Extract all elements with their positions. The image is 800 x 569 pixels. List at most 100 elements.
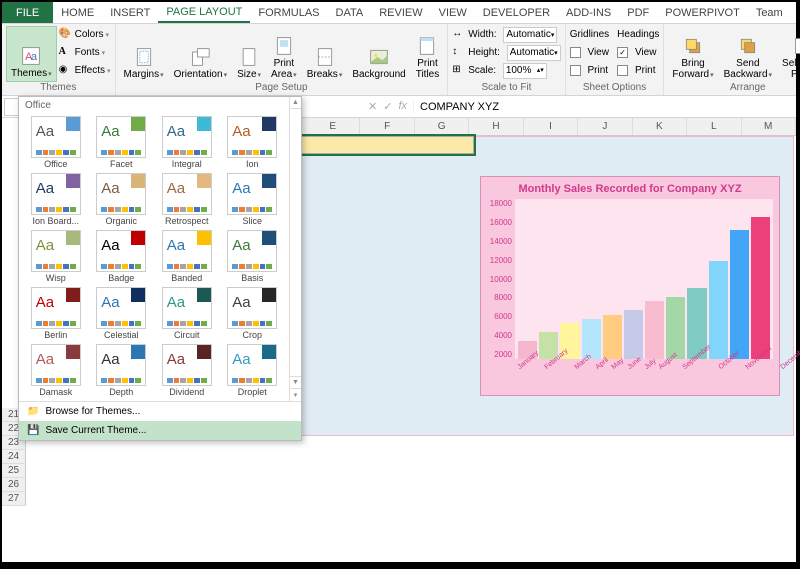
theme-organic[interactable]: AaOrganic [91,173,153,226]
row-header[interactable]: 26 [2,478,26,492]
send-backward-button[interactable]: Send Backward [720,26,776,82]
column-header[interactable]: L [687,118,741,135]
bring-forward-button[interactable]: Bring Forward [668,26,717,82]
column-header[interactable]: J [578,118,632,135]
theme-label: Slice [242,216,262,226]
column-header[interactable]: M [742,118,796,135]
tab-file[interactable]: FILE [2,2,53,23]
row-header[interactable]: 27 [2,492,26,506]
height-combo[interactable]: Automatic▾ [507,45,561,61]
selection-pane-icon [793,36,800,56]
size-icon [239,47,259,67]
tab-add-ins[interactable]: ADD-INS [558,2,619,23]
theme-facet[interactable]: AaFacet [91,116,153,169]
theme-celestial[interactable]: AaCelestial [91,287,153,340]
margins-icon [134,47,154,67]
theme-wisp[interactable]: AaWisp [25,230,87,283]
group-sheet-options: Gridlines View Print Headings ✓ View Pri… [566,24,665,95]
colors-button[interactable]: 🎨Colors ▾ [59,26,111,43]
theme-slice[interactable]: AaSlice [222,173,284,226]
themes-dropdown: Office AaOfficeAaFacetAaIntegralAaIon AaI… [18,96,302,441]
headings-print-check[interactable]: Print [617,62,659,79]
tab-team[interactable]: Team [748,2,791,23]
tab-data[interactable]: DATA [328,2,372,23]
chart-title: Monthly Sales Recorded for Company XYZ [487,183,773,195]
tab-view[interactable]: VIEW [431,2,475,23]
tab-powerpivot[interactable]: POWERPIVOT [657,2,748,23]
column-header[interactable]: E [306,118,360,135]
fx-icon[interactable]: fx [398,100,407,113]
tab-formulas[interactable]: FORMULAS [250,2,327,23]
tab-insert[interactable]: INSERT [102,2,158,23]
chart-bar [730,230,749,359]
themes-button[interactable]: Aa Themes [6,26,57,82]
formula-input[interactable]: COMPANY XYZ [413,101,796,113]
chart[interactable]: Monthly Sales Recorded for Company XYZ 1… [480,176,780,396]
chart-bar [624,310,643,359]
chart-bar [666,297,685,359]
chart-bar [751,217,770,359]
tab-page-layout[interactable]: PAGE LAYOUT [158,2,250,23]
theme-label: Circuit [174,330,200,340]
ribbon-tabs: FILE HOMEINSERTPAGE LAYOUTFORMULASDATARE… [2,2,796,24]
column-header[interactable]: I [524,118,578,135]
size-button[interactable]: Size [233,26,265,82]
effects-button[interactable]: ◉Effects ▾ [59,62,111,79]
theme-retrospect[interactable]: AaRetrospect [156,173,218,226]
theme-label: Wisp [46,273,66,283]
gridlines-view-check[interactable]: View [570,44,609,61]
theme-office[interactable]: AaOffice [25,116,87,169]
column-header[interactable]: K [633,118,687,135]
theme-depth[interactable]: AaDepth [91,344,153,397]
theme-berlin[interactable]: AaBerlin [25,287,87,340]
theme-basis[interactable]: AaBasis [222,230,284,283]
scale-combo[interactable]: 100%▴▾ [503,63,547,79]
send-backward-icon [738,36,758,56]
theme-badge[interactable]: AaBadge [91,230,153,283]
cancel-formula-icon[interactable]: ✕ [368,100,377,113]
browse-themes-button[interactable]: 📁Browse for Themes... [19,402,301,421]
background-button[interactable]: Background [348,26,409,82]
gridlines-print-check[interactable]: Print [570,62,609,79]
themes-scroll[interactable]: ▲▼▾ [289,97,301,401]
fonts-button[interactable]: AFonts ▾ [59,44,111,61]
save-theme-button[interactable]: 💾Save Current Theme... [19,421,301,440]
theme-label: Badge [108,273,134,283]
theme-crop[interactable]: AaCrop [222,287,284,340]
tab-pdf[interactable]: PDF [619,2,657,23]
theme-droplet[interactable]: AaDroplet [222,344,284,397]
row-header[interactable]: 24 [2,450,26,464]
group-label-themes: Themes [6,82,111,93]
theme-dividend[interactable]: AaDividend [156,344,218,397]
group-label-page-setup: Page Setup [120,82,444,93]
theme-banded[interactable]: AaBanded [156,230,218,283]
theme-label: Droplet [238,387,267,397]
theme-ion[interactable]: AaIon [222,116,284,169]
theme-label: Retrospect [165,216,209,226]
print-area-button[interactable]: Print Area [267,26,301,82]
save-icon: 💾 [27,425,39,436]
print-area-icon [274,36,294,56]
print-titles-button[interactable]: Print Titles [412,26,444,82]
row-header[interactable]: 25 [2,464,26,478]
headings-view-check[interactable]: ✓ View [617,44,659,61]
margins-button[interactable]: Margins [120,26,168,82]
column-header[interactable]: G [415,118,469,135]
width-combo[interactable]: Automatic▾ [503,27,557,43]
themes-dropdown-header: Office [19,97,289,114]
tab-developer[interactable]: DEVELOPER [475,2,558,23]
chart-x-axis: JanuaryFebruaryMarchAprilMayJuneJulyAugu… [515,359,773,374]
breaks-button[interactable]: Breaks [303,26,347,82]
theme-integral[interactable]: AaIntegral [156,116,218,169]
column-header[interactable]: H [469,118,523,135]
orientation-button[interactable]: Orientation [170,26,231,82]
tab-review[interactable]: REVIEW [371,2,430,23]
theme-ion-board-[interactable]: AaIon Board... [25,173,87,226]
column-header[interactable]: F [360,118,414,135]
tab-home[interactable]: HOME [53,2,102,23]
selection-pane-button[interactable]: Selection Pane [778,26,800,82]
accept-formula-icon[interactable]: ✓ [383,100,392,113]
chart-bar [603,315,622,359]
theme-circuit[interactable]: AaCircuit [156,287,218,340]
theme-damask[interactable]: AaDamask [25,344,87,397]
